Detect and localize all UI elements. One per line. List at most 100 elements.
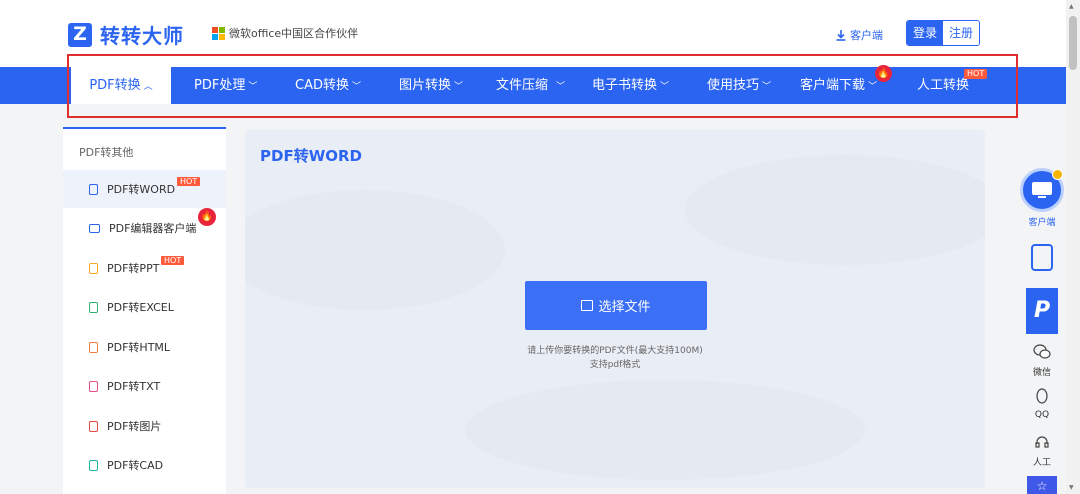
choose-file-label: 选择文件 <box>598 300 651 315</box>
txt-icon <box>89 380 98 392</box>
nav-item-label: CAD转换 <box>295 78 349 93</box>
client-download-link[interactable]: 客户端 <box>836 27 883 43</box>
sidebar-item-label: PDF转PPT <box>107 262 160 275</box>
nav-item-label: 客户端下载 <box>800 78 866 93</box>
sidebar-item-label: PDF转TXT <box>107 380 161 393</box>
rail-client[interactable]: 客户端 <box>1018 168 1066 228</box>
rail-human-label: 人工 <box>1032 458 1051 468</box>
sidebar-item-label: PDF转HTML <box>107 341 171 354</box>
site-header: Z 转转大师 微软office中国区合作伙伴 客户端 登录 注册 <box>0 0 1066 67</box>
scroll-down-icon[interactable]: ▼ <box>1069 484 1074 491</box>
chevron-down-icon: ﹀ <box>762 82 772 92</box>
sidebar-item-pdf-to-image[interactable]: PDF转图片 <box>63 407 226 445</box>
sidebar-item-label: PDF转WORD <box>107 183 176 196</box>
auth-buttons: 登录 注册 <box>906 20 981 46</box>
nav-item-label: 图片转换 <box>399 78 452 93</box>
sidebar-item-label: PDF转EXCEL <box>107 301 174 314</box>
scroll-thumb[interactable] <box>1069 16 1077 70</box>
upload-icon <box>581 300 594 311</box>
nav-item-file-compress[interactable]: 文件压缩 ﹀ <box>496 67 565 104</box>
microsoft-logo-icon <box>212 26 225 40</box>
doc-icon <box>89 183 98 195</box>
upload-hint: 请上传你要转换的PDF文件(最大支持100M) <box>527 346 703 356</box>
rail-client-label: 客户端 <box>1028 218 1056 228</box>
page-title: PDF转WORD <box>260 147 362 165</box>
nav-item-pdf-process[interactable]: PDF处理 ﹀ <box>194 67 257 104</box>
rail-human-service[interactable]: 人工 <box>1018 434 1066 468</box>
sidebar-item-pdf-to-word[interactable]: PDF转WORD <box>63 170 226 208</box>
image-icon <box>89 420 98 432</box>
hot-tag: HOT <box>161 256 185 265</box>
sidebar-item-pdf-to-ppt[interactable]: PDF转PPT <box>63 249 226 287</box>
nav-item-label: 使用技巧 <box>707 78 760 93</box>
nav-item-image-convert[interactable]: 图片转换 ﹀ <box>399 67 463 104</box>
p-app-icon: P <box>1026 288 1058 334</box>
nav-item-human-convert[interactable]: 人工转换 <box>917 67 969 104</box>
nav-item-pdf-convert[interactable]: PDF转换 ︿ <box>71 67 171 104</box>
site-logo[interactable]: Z 转转大师 <box>68 20 184 49</box>
nav-item-client-download[interactable]: 客户端下载 ﹀ <box>800 67 877 104</box>
login-button[interactable]: 登录 <box>907 21 944 45</box>
partner-badge: 微软office中国区合作伙伴 <box>212 25 358 41</box>
chevron-down-icon: ﹀ <box>454 82 464 92</box>
partner-text: 微软office中国区合作伙伴 <box>229 27 359 40</box>
star-icon: ☆ <box>1027 476 1057 494</box>
chevron-down-icon: ﹀ <box>556 82 566 92</box>
format-hint: 支持pdf格式 <box>589 360 641 370</box>
sidebar-title: PDF转其他 <box>79 146 134 159</box>
sidebar: PDF转其他 PDF转WORD HOT PDF编辑器客户端 🔥 PDF转PPT … <box>63 127 226 494</box>
nav-item-label: 电子书转换 <box>592 78 658 93</box>
rail-wechat-label: 微信 <box>1032 368 1051 378</box>
logo-text: 转转大师 <box>100 24 184 48</box>
choose-file-button[interactable]: 选择文件 <box>525 281 707 330</box>
chevron-down-icon: ﹀ <box>660 82 670 92</box>
upload-panel: PDF转WORD 选择文件 请上传你要转换的PDF文件(最大支持100M) 支持… <box>245 130 985 488</box>
ppt-icon <box>89 262 98 274</box>
nav-item-label: PDF处理 <box>194 78 246 93</box>
rail-qq-label: QQ <box>1034 410 1050 420</box>
client-link-label: 客户端 <box>850 29 883 42</box>
hot-tag: HOT <box>177 177 201 186</box>
chevron-down-icon: ﹀ <box>248 82 258 92</box>
nav-item-ebook-convert[interactable]: 电子书转换 ﹀ <box>592 67 669 104</box>
monitor-icon <box>89 223 100 233</box>
page-scrollbar[interactable]: ▲ ▼ <box>1066 0 1080 494</box>
sidebar-item-label: PDF转图片 <box>107 420 162 433</box>
rail-p-app[interactable]: P <box>1018 288 1066 334</box>
tablet-icon <box>1031 244 1053 271</box>
nav-item-label: 人工转换 <box>917 78 970 93</box>
sidebar-item-pdf-to-html[interactable]: PDF转HTML <box>63 328 226 366</box>
fire-icon: 🔥 <box>198 208 216 226</box>
nav-item-cad-convert[interactable]: CAD转换 ﹀ <box>295 67 361 104</box>
headset-icon <box>1018 434 1066 455</box>
fire-icon: 🔥 <box>875 65 892 82</box>
sidebar-item-pdf-to-txt[interactable]: PDF转TXT <box>63 367 226 405</box>
sidebar-item-pdf-to-cad[interactable]: PDF转CAD <box>63 446 226 484</box>
hot-badge: HOT <box>964 69 988 79</box>
qq-icon <box>1018 388 1066 410</box>
logo-mark-icon: Z <box>68 22 92 47</box>
download-icon <box>836 29 846 41</box>
scroll-up-icon[interactable]: ▲ <box>1069 3 1074 10</box>
register-button[interactable]: 注册 <box>943 21 980 45</box>
cad-icon <box>89 459 98 471</box>
nav-item-label: PDF转换 <box>89 78 141 93</box>
nav-item-tips[interactable]: 使用技巧 ﹀ <box>707 67 771 104</box>
chevron-down-icon: ﹀ <box>351 82 361 92</box>
sidebar-item-pdf-to-excel[interactable]: PDF转EXCEL <box>63 288 226 326</box>
excel-icon <box>89 301 98 313</box>
rail-qq[interactable]: QQ <box>1018 388 1066 420</box>
main-nav: PDF转换 ︿ PDF处理 ﹀ CAD转换 ﹀ 图片转换 ﹀ 文件压缩 ﹀ 电子书转换 ﹀ … <box>0 65 1066 104</box>
notification-dot-icon <box>1052 169 1063 180</box>
sidebar-item-label: PDF转CAD <box>107 459 164 472</box>
wechat-icon <box>1018 344 1066 365</box>
chevron-up-icon: ︿ <box>143 82 153 92</box>
rail-tablet[interactable] <box>1018 244 1066 271</box>
nav-item-label: 文件压缩 <box>496 78 549 93</box>
sidebar-item-label: PDF编辑器客户端 <box>109 222 197 235</box>
rail-favorite[interactable]: ☆ <box>1018 476 1066 494</box>
desktop-client-icon <box>1020 168 1064 212</box>
html-icon <box>89 341 98 353</box>
rail-wechat[interactable]: 微信 <box>1018 344 1066 378</box>
chevron-down-icon: ﹀ <box>868 82 878 92</box>
